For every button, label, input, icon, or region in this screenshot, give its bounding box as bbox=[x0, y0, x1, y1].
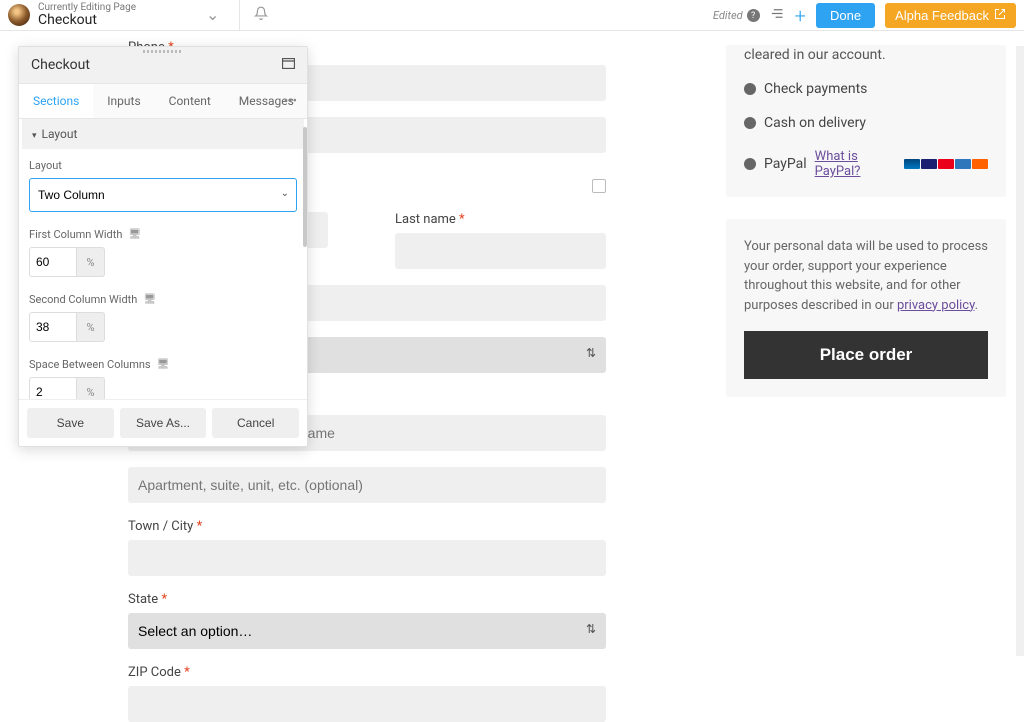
topbar: Currently Editing Page Checkout ⌄ Edited… bbox=[0, 0, 1024, 31]
panel-tabs: Sections Inputs Content Messages ••• bbox=[19, 84, 307, 119]
more-icon[interactable]: ••• bbox=[284, 94, 297, 109]
responsive-icon[interactable]: 🖥 bbox=[157, 359, 170, 370]
window-icon[interactable] bbox=[282, 58, 295, 73]
town-field[interactable] bbox=[128, 540, 606, 576]
apt-field[interactable] bbox=[128, 467, 606, 503]
last-name-field[interactable] bbox=[395, 233, 606, 269]
first-col-label: First Column Width 🖥 bbox=[29, 228, 297, 241]
pct-unit: % bbox=[77, 377, 105, 399]
tab-inputs[interactable]: Inputs bbox=[93, 84, 154, 118]
accordion-label: Layout bbox=[42, 127, 78, 141]
pay-option-cod[interactable]: Cash on delivery bbox=[744, 115, 988, 131]
outline-icon[interactable] bbox=[770, 6, 785, 25]
cleared-text: cleared in our account. bbox=[744, 47, 988, 63]
town-label: Town / City * bbox=[128, 519, 606, 534]
tab-sections[interactable]: Sections bbox=[19, 84, 93, 118]
place-order-button[interactable]: Place order bbox=[744, 331, 988, 379]
done-button[interactable]: Done bbox=[816, 3, 875, 28]
panel-footer: Save Save As... Cancel bbox=[19, 399, 307, 446]
save-as-button[interactable]: Save As... bbox=[120, 408, 207, 438]
topbar-right: Edited ? + Done Alpha Feedback bbox=[713, 3, 1016, 28]
card-icons bbox=[904, 159, 988, 169]
amex-card-icon bbox=[955, 159, 971, 169]
add-module-icon[interactable]: + bbox=[795, 4, 806, 28]
app-logo[interactable] bbox=[8, 4, 30, 26]
pay-label: Cash on delivery bbox=[764, 115, 866, 131]
order-column: cleared in our account. Check payments C… bbox=[726, 45, 1006, 670]
drag-handle[interactable] bbox=[143, 50, 183, 53]
first-col-input[interactable] bbox=[29, 247, 77, 277]
space-label: Space Between Columns 🖥 bbox=[29, 358, 297, 371]
responsive-icon[interactable]: 🖥 bbox=[143, 294, 156, 305]
external-link-icon bbox=[994, 8, 1006, 23]
radio-icon bbox=[744, 117, 756, 129]
layout-label: Layout bbox=[29, 159, 297, 172]
page-title-block[interactable]: Currently Editing Page Checkout bbox=[38, 2, 136, 28]
zip-field[interactable] bbox=[128, 686, 606, 722]
space-input[interactable] bbox=[29, 377, 77, 399]
ship-different-checkbox[interactable] bbox=[592, 179, 606, 193]
privacy-text: Your personal data will be used to proce… bbox=[744, 237, 988, 315]
payment-card: cleared in our account. Check payments C… bbox=[726, 45, 1006, 197]
alpha-label: Alpha Feedback bbox=[895, 8, 989, 23]
privacy-card: Your personal data will be used to proce… bbox=[726, 219, 1006, 397]
state-label: State * bbox=[128, 592, 606, 607]
responsive-icon[interactable]: 🖥 bbox=[128, 229, 141, 240]
pct-unit: % bbox=[77, 312, 105, 342]
paypal-card-icon bbox=[904, 159, 920, 169]
layout-select[interactable]: Two Column bbox=[29, 178, 297, 212]
pct-unit: % bbox=[77, 247, 105, 277]
panel-title: Checkout bbox=[31, 57, 90, 73]
scrollbar[interactable] bbox=[1016, 46, 1024, 656]
pay-label: PayPal bbox=[764, 156, 807, 172]
cancel-button[interactable]: Cancel bbox=[212, 408, 299, 438]
notifications-icon[interactable] bbox=[240, 6, 282, 24]
chevron-down-icon bbox=[32, 127, 37, 141]
pay-option-check[interactable]: Check payments bbox=[744, 81, 988, 97]
title-dropdown-chevron[interactable]: ⌄ bbox=[206, 5, 219, 24]
alpha-feedback-button[interactable]: Alpha Feedback bbox=[885, 3, 1016, 28]
tab-content[interactable]: Content bbox=[155, 84, 225, 118]
radio-icon bbox=[744, 158, 756, 170]
edited-text: Edited bbox=[713, 9, 743, 22]
accordion-layout[interactable]: Layout bbox=[22, 119, 304, 149]
last-name-label: Last name * bbox=[395, 212, 606, 227]
edited-indicator: Edited ? bbox=[713, 9, 760, 22]
second-col-input[interactable] bbox=[29, 312, 77, 342]
state-select[interactable]: Select an option… bbox=[128, 613, 606, 649]
radio-icon bbox=[744, 83, 756, 95]
settings-panel: Checkout Sections Inputs Content Message… bbox=[18, 46, 308, 447]
pay-option-paypal[interactable]: PayPal What is PayPal? bbox=[744, 149, 988, 179]
second-col-label: Second Column Width 🖥 bbox=[29, 293, 297, 306]
privacy-link[interactable]: privacy policy bbox=[897, 298, 975, 313]
panel-body: Layout Layout Two Column ⌄ First Column … bbox=[19, 119, 307, 399]
title-main: Checkout bbox=[38, 13, 136, 28]
pay-label: Check payments bbox=[764, 81, 867, 97]
discover-card-icon bbox=[972, 159, 988, 169]
mastercard-card-icon bbox=[938, 159, 954, 169]
visa-card-icon bbox=[921, 159, 937, 169]
topbar-left: Currently Editing Page Checkout ⌄ bbox=[0, 2, 219, 28]
save-button[interactable]: Save bbox=[27, 408, 114, 438]
paypal-link[interactable]: What is PayPal? bbox=[815, 149, 896, 179]
help-icon[interactable]: ? bbox=[747, 9, 760, 22]
zip-label: ZIP Code * bbox=[128, 665, 606, 680]
